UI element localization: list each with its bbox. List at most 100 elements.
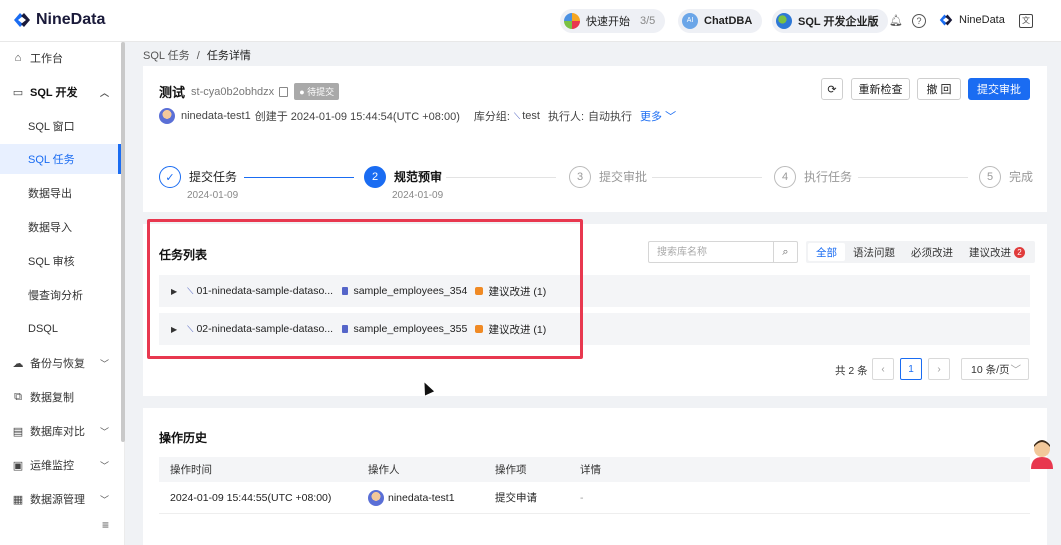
- quick-start-label: 快速开始: [586, 16, 630, 28]
- creator-name: ninedata-test1: [181, 110, 251, 122]
- language-icon[interactable]: 文: [1019, 14, 1033, 28]
- sidebar-item-datasource[interactable]: ▦ 数据源管理 ﹀: [0, 484, 121, 514]
- collapse-sidebar-icon[interactable]: ≡: [102, 518, 109, 532]
- sidebar-item-data-import[interactable]: 数据导入: [0, 212, 121, 242]
- db-group-icon: ⟍: [513, 110, 521, 121]
- task-meta: ninedata-test1 创建于 2024-01-09 15:44:54(U…: [159, 108, 676, 124]
- table-row: 2024-01-09 15:44:55(UTC +08:00) ninedata…: [159, 482, 1030, 514]
- app-name: NineData: [36, 11, 106, 28]
- page-number[interactable]: 1: [900, 358, 922, 380]
- top-bar: NineData 快速开始 3/5 AI ChatDBA SQL 开发企业版 🔔…: [0, 0, 1061, 42]
- step-label: 执行任务: [804, 170, 853, 184]
- filter-suggest[interactable]: 建议改进 2: [961, 243, 1033, 261]
- step-number: 3: [569, 166, 591, 188]
- sidebar: ⌂ 工作台 ▭ SQL 开发 ︿ SQL 窗口 SQL 任务 数据导出 数据导入…: [0, 42, 125, 545]
- search-input-field[interactable]: [649, 242, 773, 262]
- page-title: 测试: [159, 85, 186, 100]
- avatar: [159, 108, 175, 124]
- history-table-header: 操作时间 操作人 操作项 详情: [159, 457, 1030, 482]
- step-connector: [244, 177, 354, 178]
- sidebar-item-label: SQL 任务: [28, 154, 75, 166]
- more-link[interactable]: 更多 ﹀: [640, 108, 676, 124]
- globe-icon: [776, 13, 792, 29]
- quick-start-progress: 3/5: [640, 15, 656, 27]
- datasource-icon: ▦: [12, 493, 24, 506]
- created-time: 创建于 2024-01-09 15:44:54(UTC +08:00): [254, 111, 460, 123]
- sidebar-item-label: SQL 开发: [30, 87, 78, 99]
- breadcrumb: SQL 任务 / 任务详情: [143, 47, 251, 63]
- sql-dev-icon: ▭: [12, 86, 24, 99]
- sidebar-item-dsql[interactable]: DSQL: [0, 314, 121, 344]
- avatar: [368, 489, 384, 506]
- quick-start-button[interactable]: 快速开始 3/5: [560, 9, 666, 33]
- bell-icon[interactable]: 🔔︎: [889, 14, 903, 28]
- user-menu[interactable]: NineData: [938, 13, 1005, 27]
- ninedata-logo[interactable]: NineData: [12, 11, 105, 29]
- edition-label: SQL 开发企业版: [798, 16, 879, 28]
- help-icon[interactable]: ?: [912, 14, 926, 28]
- home-icon: ⌂: [14, 52, 22, 64]
- search-icon[interactable]: ⌕: [773, 242, 797, 262]
- step-date: 2024-01-09: [187, 190, 239, 201]
- next-page-icon[interactable]: ›: [928, 358, 950, 380]
- filter-all[interactable]: 全部: [808, 243, 845, 261]
- sidebar-item-label: 数据导出: [28, 188, 72, 200]
- submit-approval-button[interactable]: 提交审批: [968, 78, 1030, 100]
- sidebar-item-replication[interactable]: ⧉ 数据复制: [0, 382, 121, 412]
- backup-icon: ☁: [12, 357, 24, 370]
- sidebar-item-workbench[interactable]: ⌂ 工作台: [0, 43, 121, 73]
- column-header: 操作项: [495, 464, 527, 476]
- refresh-button[interactable]: ⟳: [821, 78, 843, 100]
- compare-icon: ▤: [12, 425, 24, 438]
- sidebar-item-label: 备份与恢复: [30, 358, 85, 370]
- breadcrumb-parent[interactable]: SQL 任务: [143, 50, 190, 62]
- assistant-avatar-icon[interactable]: [1028, 437, 1056, 469]
- replication-icon: ⧉: [14, 390, 22, 403]
- history-title: 操作历史: [159, 431, 208, 445]
- sidebar-item-monitor[interactable]: ▣ 运维监控 ﹀: [0, 450, 121, 480]
- step-complete: 5 完成: [979, 166, 1033, 188]
- chevron-down-icon: ﹀: [99, 358, 109, 369]
- chevron-down-icon: ﹀: [99, 426, 109, 437]
- sidebar-item-sql-audit[interactable]: SQL 审核: [0, 246, 121, 276]
- status-badge: ● 待提交: [294, 83, 340, 100]
- step-label: 提交任务: [189, 170, 238, 184]
- sidebar-scrollbar[interactable]: [121, 42, 125, 442]
- pagination: ‹ 1 › 10 条/页 ﹀: [872, 358, 1029, 380]
- search-input[interactable]: ⌕: [648, 241, 798, 263]
- column-header: 操作时间: [170, 464, 212, 476]
- user-logo-icon: [939, 14, 953, 26]
- step-execute: 4 执行任务: [774, 166, 852, 188]
- step-number: 4: [774, 166, 796, 188]
- chatdba-button[interactable]: AI ChatDBA: [678, 9, 763, 33]
- sidebar-item-label: 数据复制: [30, 392, 74, 404]
- prev-page-icon[interactable]: ‹: [872, 358, 894, 380]
- sidebar-item-data-export[interactable]: 数据导出: [0, 178, 121, 208]
- edition-button[interactable]: SQL 开发企业版: [772, 9, 889, 33]
- recheck-button[interactable]: 重新检查: [851, 78, 910, 100]
- column-header: 操作人: [368, 464, 400, 476]
- ai-icon: AI: [682, 13, 698, 29]
- sidebar-item-sql-window[interactable]: SQL 窗口: [0, 111, 121, 141]
- sidebar-item-db-compare[interactable]: ▤ 数据库对比 ﹀: [0, 416, 121, 446]
- page-size-select[interactable]: 10 条/页 ﹀: [961, 358, 1029, 380]
- sidebar-item-label: 数据库对比: [30, 426, 85, 438]
- chevron-down-icon: ﹀: [1010, 363, 1022, 376]
- sidebar-item-backup[interactable]: ☁ 备份与恢复 ﹀: [0, 348, 121, 378]
- sidebar-item-sql-dev[interactable]: ▭ SQL 开发 ︿: [0, 77, 121, 107]
- step-label: 规范预审: [394, 170, 443, 184]
- quick-start-icon: [564, 13, 580, 29]
- sidebar-item-sql-task[interactable]: SQL 任务: [0, 144, 121, 174]
- sidebar-item-label: 数据源管理: [30, 494, 85, 506]
- filter-tabs: 全部 语法问题 必须改进 建议改进 2: [806, 241, 1035, 263]
- chevron-down-icon: ﹀: [99, 494, 109, 505]
- chevron-up-icon: ︿: [99, 87, 109, 98]
- sidebar-item-slow-query[interactable]: 慢查询分析: [0, 280, 121, 310]
- filter-syntax[interactable]: 语法问题: [845, 243, 903, 261]
- group-value: test: [522, 110, 540, 122]
- filter-must-improve[interactable]: 必须改进: [903, 243, 961, 261]
- user-name: NineData: [959, 14, 1005, 26]
- copy-icon[interactable]: [279, 86, 289, 97]
- revoke-button[interactable]: 撤 回: [917, 78, 961, 100]
- executor-label: 执行人:: [547, 111, 585, 123]
